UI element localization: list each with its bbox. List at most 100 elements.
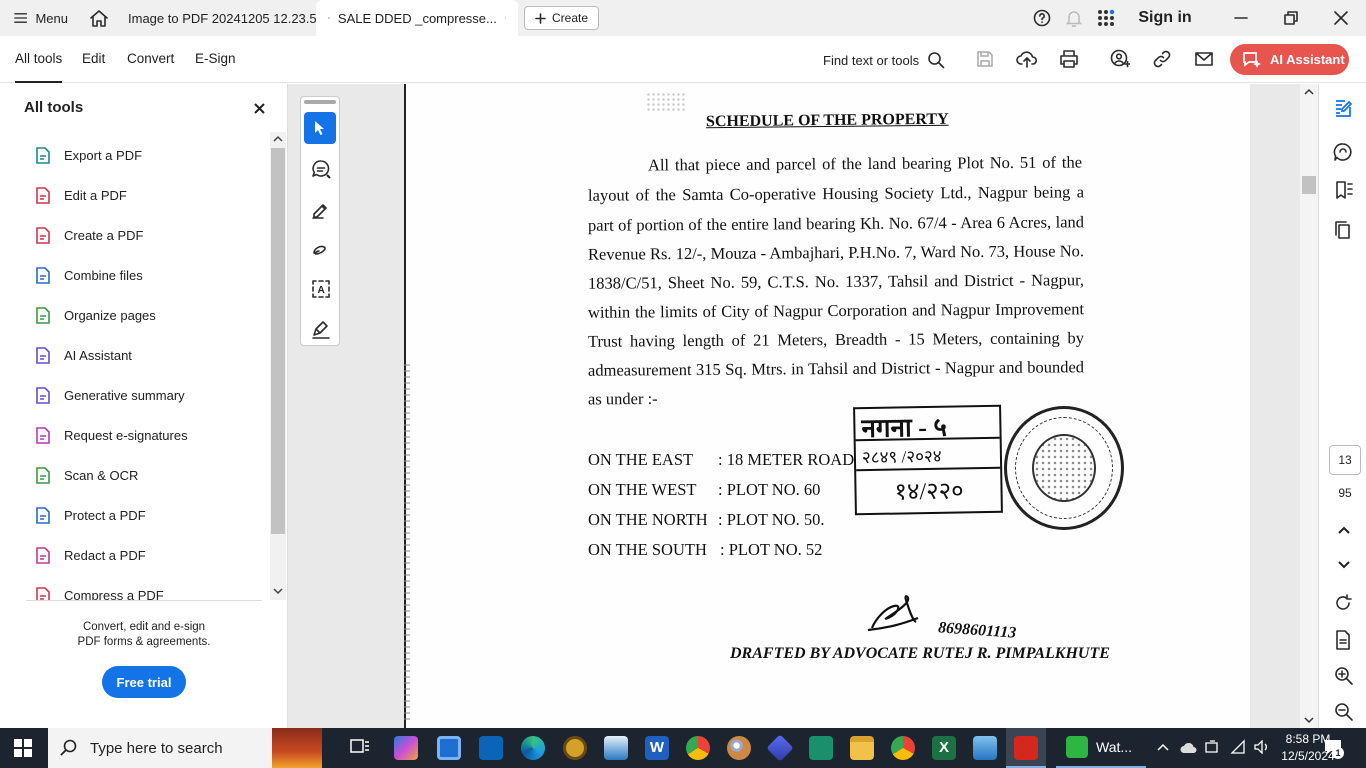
menu-esign[interactable]: E-Sign xyxy=(195,36,236,83)
menu-convert[interactable]: Convert xyxy=(127,36,174,83)
scroll-up-icon[interactable] xyxy=(1304,88,1314,96)
tool-item-organize-pages[interactable]: Organize pages xyxy=(34,304,156,326)
next-page-icon[interactable] xyxy=(1338,561,1350,569)
menu-all-tools[interactable]: All tools xyxy=(15,36,63,83)
app-icon[interactable] xyxy=(563,736,587,760)
scroll-up-icon[interactable] xyxy=(273,135,283,143)
chrome-icon[interactable] xyxy=(686,736,710,760)
find-tools-button[interactable]: Find text or tools xyxy=(823,51,945,69)
tool-item-label: Organize pages xyxy=(64,307,156,323)
boundary-value: : PLOT NO. 52 xyxy=(720,540,823,559)
tool-item-label: Create a PDF xyxy=(64,227,144,243)
phone-number: 8698601113 xyxy=(937,619,1017,642)
menu-button[interactable]: Menu xyxy=(0,0,82,36)
tab-image-to-pdf[interactable]: Image to PDF 20241205 12.23.56... xyxy=(116,0,335,36)
upload-cloud-icon[interactable] xyxy=(1016,49,1038,69)
maximize-button[interactable] xyxy=(1266,11,1316,25)
tool-item-protect-a-pdf[interactable]: Protect a PDF xyxy=(34,504,146,526)
tool-item-create-a-pdf[interactable]: Create a PDF xyxy=(34,224,143,246)
ai-assistant-button[interactable]: AI Assistant xyxy=(1230,44,1349,75)
page-number-input[interactable]: 13 xyxy=(1329,445,1361,475)
page-fit-icon[interactable] xyxy=(1334,630,1352,650)
edit-text-icon[interactable] xyxy=(1333,98,1353,118)
tool-item-generative-summary[interactable]: Generative summary xyxy=(34,384,185,406)
taskbar-search-box[interactable]: Type here to search xyxy=(48,728,322,768)
tool-item-edit-a-pdf[interactable]: Edit a PDF xyxy=(34,184,127,206)
tool-item-ai-assistant[interactable]: AI Assistant xyxy=(34,344,132,366)
volume-icon[interactable] xyxy=(1254,740,1270,754)
document-line: layout of the Samta Co-operative Housing… xyxy=(587,182,1085,205)
minimize-button[interactable] xyxy=(1216,11,1266,25)
bookmark-icon[interactable] xyxy=(1334,180,1354,200)
file-explorer-icon[interactable] xyxy=(850,736,874,760)
mail-icon[interactable] xyxy=(479,736,503,760)
notification-center[interactable]: 1 xyxy=(1324,739,1344,759)
generative-summary-icon xyxy=(36,386,50,404)
wifi-icon[interactable] xyxy=(1230,739,1246,755)
scroll-down-icon[interactable] xyxy=(1304,716,1314,724)
scroll-down-icon[interactable] xyxy=(273,587,283,595)
document-scrollbar[interactable] xyxy=(1300,84,1318,728)
tool-item-label: AI Assistant xyxy=(64,347,132,363)
sign-icon[interactable] xyxy=(311,319,331,339)
previous-page-icon[interactable] xyxy=(1338,526,1350,534)
close-window-button[interactable] xyxy=(1316,11,1366,25)
windows-start-icon[interactable] xyxy=(14,739,32,757)
whatsapp-taskbar-button[interactable]: Wat... xyxy=(1056,728,1146,768)
ai-assistant-icon xyxy=(36,346,50,364)
draw-freehand-icon[interactable] xyxy=(311,239,331,259)
chrome-profile-icon[interactable] xyxy=(891,736,915,760)
app-icon-3[interactable] xyxy=(809,736,833,760)
text-recognition-icon[interactable]: A xyxy=(311,279,331,299)
save-icon[interactable] xyxy=(976,50,994,68)
scan-edge xyxy=(404,364,410,724)
link-icon[interactable] xyxy=(1152,49,1172,69)
menu-edit[interactable]: Edit xyxy=(82,36,105,83)
home-button[interactable] xyxy=(82,0,116,36)
zoom-in-icon[interactable] xyxy=(1334,666,1353,685)
tool-item-scan-ocr[interactable]: Scan & OCR xyxy=(34,464,138,486)
toolbar: All tools Edit Convert E-Sign Find text … xyxy=(0,36,1366,83)
tools-scrollbar[interactable] xyxy=(270,132,286,600)
copilot-icon[interactable] xyxy=(394,736,418,760)
windows-taskbar: Type here to search W X Wat... 8:58 PM 1… xyxy=(0,728,1366,768)
select-tool-button[interactable] xyxy=(304,112,336,144)
weather-cloud-icon[interactable] xyxy=(1180,740,1198,754)
tab-sale-dded[interactable]: SALE DDED _compresse... xyxy=(316,0,518,36)
paint-icon[interactable] xyxy=(727,736,751,760)
notifications-button[interactable] xyxy=(1058,9,1090,27)
word-icon[interactable]: W xyxy=(645,736,669,760)
edge-icon[interactable] xyxy=(521,736,545,760)
photos-icon[interactable] xyxy=(973,736,997,760)
rotate-refresh-icon[interactable] xyxy=(1334,594,1352,612)
tool-item-combine-files[interactable]: Combine files xyxy=(34,264,143,286)
copy-pages-icon[interactable] xyxy=(1334,220,1352,240)
sign-in-button[interactable]: Sign in xyxy=(1122,9,1208,27)
share-user-icon[interactable] xyxy=(1110,49,1130,69)
tool-item-redact-a-pdf[interactable]: Redact a PDF xyxy=(34,544,146,566)
comment-icon[interactable] xyxy=(1333,142,1353,162)
tool-item-request-e-signatures[interactable]: Request e-signatures xyxy=(34,424,188,446)
app-icon-2[interactable] xyxy=(604,736,628,760)
acrobat-taskbar-button[interactable] xyxy=(1006,728,1046,768)
close-tab-icon[interactable] xyxy=(504,13,506,23)
zoom-out-icon[interactable] xyxy=(1334,702,1353,721)
microsoft-store-icon[interactable] xyxy=(437,736,461,760)
task-view-icon[interactable] xyxy=(350,739,370,757)
excel-icon[interactable]: X xyxy=(932,736,956,760)
print-icon[interactable] xyxy=(1059,49,1079,69)
battery-network-icon[interactable] xyxy=(1205,739,1221,755)
free-trial-button[interactable]: Free trial xyxy=(102,666,186,698)
tool-item-export-a-pdf[interactable]: Export a PDF xyxy=(34,144,142,166)
apps-button[interactable] xyxy=(1090,9,1122,27)
star-icon[interactable] xyxy=(328,10,330,26)
clipchamp-icon[interactable] xyxy=(766,734,794,762)
tray-chevron-icon[interactable] xyxy=(1157,743,1169,751)
comment-icon[interactable] xyxy=(311,159,331,179)
help-button[interactable] xyxy=(1026,9,1058,27)
highlight-pen-icon[interactable] xyxy=(311,199,331,219)
create-button[interactable]: Create xyxy=(524,6,600,30)
tool-item-compress-a-pdf[interactable]: Compress a PDF xyxy=(34,584,164,600)
whatsapp-icon xyxy=(1066,736,1088,758)
email-icon[interactable] xyxy=(1194,50,1214,68)
